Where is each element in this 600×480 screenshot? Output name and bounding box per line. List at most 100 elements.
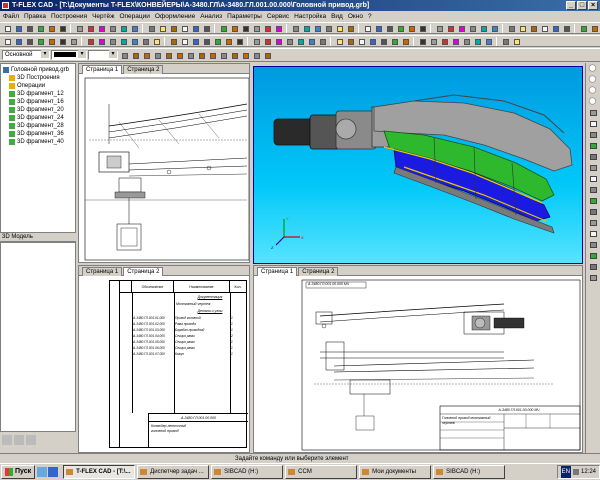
menu-item[interactable]: Окно: [348, 13, 363, 20]
arc-icon[interactable]: [461, 36, 471, 46]
zoom-icon[interactable]: [190, 23, 200, 33]
rotate-body-icon[interactable]: [140, 36, 150, 46]
circle-icon[interactable]: [450, 36, 460, 46]
top-view-icon[interactable]: [588, 152, 599, 162]
tree-item[interactable]: 3D Построения: [1, 74, 75, 82]
hole-icon[interactable]: [417, 36, 427, 46]
spec-row[interactable]: А-3480.ГЛ.001.07.000 Кожух 1: [120, 351, 246, 357]
menu-item[interactable]: Вид: [331, 13, 343, 20]
ie-icon[interactable]: [48, 467, 59, 477]
cut-icon[interactable]: [290, 23, 300, 33]
tab-page-2[interactable]: Страница 2: [298, 267, 339, 276]
taskbar-button[interactable]: T-FLEX CAD - [T:\...: [63, 465, 136, 479]
redraw-icon[interactable]: [588, 240, 599, 250]
rotate-icon[interactable]: [218, 23, 228, 33]
line-icon[interactable]: [13, 36, 23, 46]
loft-icon[interactable]: [151, 36, 161, 46]
circle-icon[interactable]: [362, 23, 372, 33]
zoom-all-icon[interactable]: [588, 97, 599, 107]
redo-icon[interactable]: [578, 23, 588, 33]
spline-icon[interactable]: [384, 23, 394, 33]
paste-icon[interactable]: [74, 23, 84, 33]
menu-item[interactable]: Чертёж: [92, 13, 114, 20]
text-icon[interactable]: [417, 23, 427, 33]
arc-icon[interactable]: [129, 23, 139, 33]
menu-item[interactable]: ?: [368, 13, 372, 20]
left-view-icon[interactable]: [588, 163, 599, 173]
copy-icon[interactable]: [539, 23, 549, 33]
menu-item[interactable]: Настройка: [294, 13, 326, 20]
grid-icon[interactable]: [207, 50, 217, 60]
line-icon[interactable]: [589, 23, 599, 33]
open-folder-icon[interactable]: [13, 23, 23, 33]
tab-page-1[interactable]: Страница 1: [82, 267, 123, 276]
desktop-icon[interactable]: [37, 467, 48, 477]
tree-item[interactable]: 3D фрагмент_28: [1, 122, 75, 130]
rotate-body-icon[interactable]: [356, 36, 366, 46]
dynamic-icon[interactable]: [229, 50, 239, 60]
dimension-icon[interactable]: [406, 23, 416, 33]
new-file-icon[interactable]: [240, 23, 250, 33]
redo-icon[interactable]: [334, 23, 344, 33]
line-icon[interactable]: [223, 36, 233, 46]
taskbar-button[interactable]: Диспетчер задач ...: [137, 465, 210, 479]
point-icon[interactable]: [428, 36, 438, 46]
speaker-icon[interactable]: [572, 469, 579, 475]
tree-tab-icon[interactable]: [2, 435, 12, 445]
hole-icon[interactable]: [201, 36, 211, 46]
copy-icon[interactable]: [301, 23, 311, 33]
3d-viewport[interactable]: Y X Z: [253, 66, 583, 264]
properties-icon[interactable]: [588, 273, 599, 283]
offset-icon[interactable]: [68, 36, 78, 46]
grid-icon[interactable]: [130, 50, 140, 60]
menu-item[interactable]: Анализ: [200, 13, 222, 20]
chamfer-icon[interactable]: [273, 36, 283, 46]
rotate-view-icon[interactable]: [588, 119, 599, 129]
circle-icon[interactable]: [234, 36, 244, 46]
maximize-button[interactable]: □: [577, 1, 587, 10]
layers-icon[interactable]: [467, 23, 477, 33]
undo-icon[interactable]: [561, 23, 571, 33]
paste-icon[interactable]: [312, 23, 322, 33]
snap-icon[interactable]: [119, 50, 129, 60]
loft-icon[interactable]: [367, 36, 377, 46]
taskbar-button[interactable]: SIBCAD (H:): [433, 465, 506, 479]
mirror-icon[interactable]: [511, 36, 521, 46]
taskbar-button[interactable]: SIBCAD (H:): [211, 465, 284, 479]
sweep-icon[interactable]: [378, 36, 388, 46]
line-style-combo[interactable]: [88, 50, 118, 60]
menu-item[interactable]: Сервис: [267, 13, 289, 20]
copy-icon[interactable]: [57, 23, 67, 33]
mirror-icon[interactable]: [85, 36, 95, 46]
pan-icon[interactable]: [201, 23, 211, 33]
open-folder-icon[interactable]: [489, 23, 499, 33]
boolean-icon[interactable]: [389, 36, 399, 46]
object-snap-icon[interactable]: [163, 50, 173, 60]
hatch-icon[interactable]: [157, 23, 167, 33]
tree-item[interactable]: 3D фрагмент_40: [1, 138, 75, 146]
save-icon[interactable]: [262, 23, 272, 33]
spline-icon[interactable]: [146, 23, 156, 33]
tree-item[interactable]: 3D фрагмент_36: [1, 130, 75, 138]
line-icon[interactable]: [439, 36, 449, 46]
language-indicator[interactable]: EN: [560, 466, 571, 478]
cut-icon[interactable]: [46, 23, 56, 33]
wireframe-icon[interactable]: [588, 196, 599, 206]
dynamic-icon[interactable]: [152, 50, 162, 60]
iso-view-icon[interactable]: [588, 174, 599, 184]
undo-icon[interactable]: [323, 23, 333, 33]
chamfer-icon[interactable]: [57, 36, 67, 46]
tree-root[interactable]: Головной привод.grb: [1, 66, 75, 74]
new-file-icon[interactable]: [2, 23, 12, 33]
fillet-icon[interactable]: [46, 36, 56, 46]
app-icon[interactable]: [2, 2, 9, 9]
ortho-icon[interactable]: [141, 50, 151, 60]
measure-icon[interactable]: [588, 262, 599, 272]
fillet-icon[interactable]: [262, 36, 272, 46]
tab-page-2[interactable]: Страница 2: [123, 65, 164, 74]
array-icon[interactable]: [306, 36, 316, 46]
offset-icon[interactable]: [500, 36, 510, 46]
specification-window[interactable]: Страница 1 Страница 2 Обозначение Наимен…: [78, 265, 250, 453]
point-icon[interactable]: [212, 36, 222, 46]
pan-icon[interactable]: [445, 23, 455, 33]
